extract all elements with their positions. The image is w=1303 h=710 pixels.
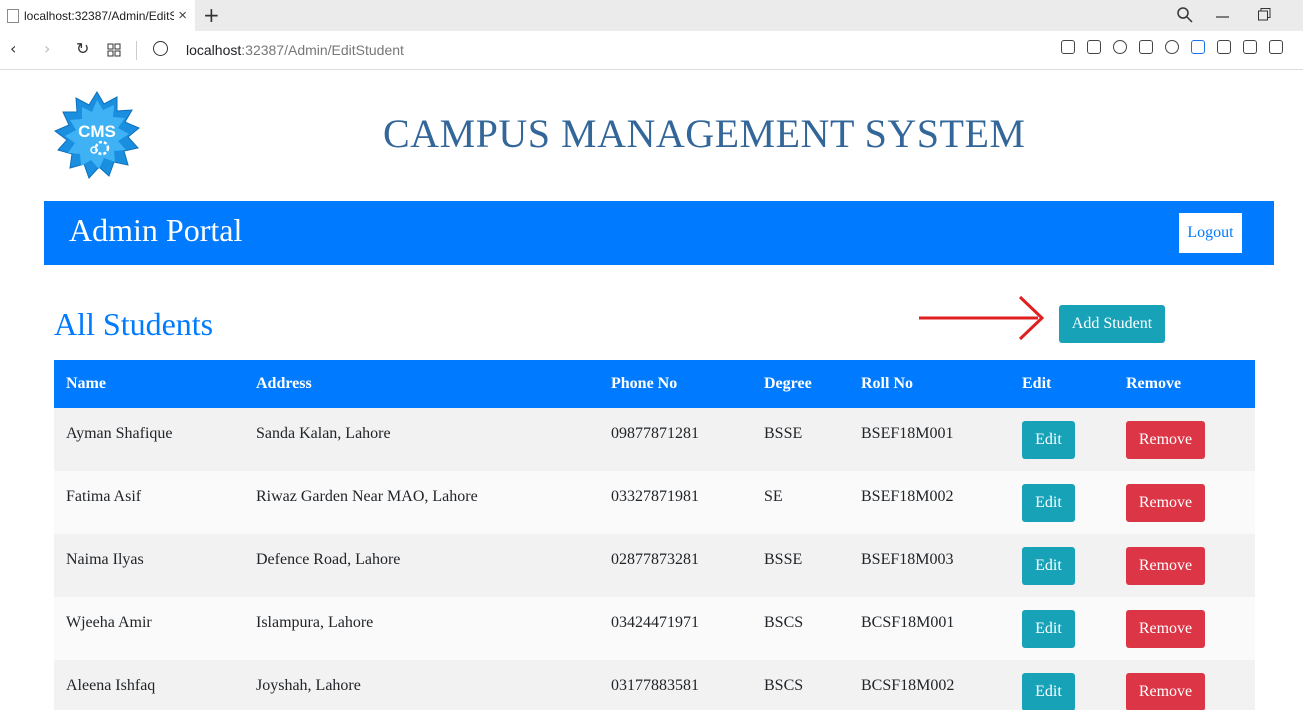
- table-row: Naima Ilyas Defence Road, Lahore 0287787…: [54, 534, 1255, 597]
- speaker-icon[interactable]: [1191, 40, 1205, 54]
- student-degree: SE: [752, 471, 849, 534]
- column-header-remove: Remove: [1114, 360, 1255, 408]
- site-title: CAMPUS MANAGEMENT SYSTEM: [383, 111, 1026, 156]
- student-phone: 03424471971: [599, 597, 752, 660]
- student-address: Riwaz Garden Near MAO, Lahore: [244, 471, 599, 534]
- browser-toolbar-icons: [1061, 40, 1283, 54]
- student-name: Fatima Asif: [54, 471, 244, 534]
- table-row: Ayman Shafique Sanda Kalan, Lahore 09877…: [54, 408, 1255, 471]
- grid-icon[interactable]: [107, 43, 121, 57]
- download-icon[interactable]: [1243, 40, 1257, 54]
- student-phone: 02877873281: [599, 534, 752, 597]
- forward-icon[interactable]: ›: [44, 39, 50, 58]
- edit-cell: Edit: [1010, 471, 1114, 534]
- column-header-name: Name: [54, 360, 244, 408]
- student-roll: BCSF18M001: [849, 597, 1010, 660]
- new-tab-button[interactable]: +: [203, 3, 220, 27]
- student-address: Islampura, Lahore: [244, 597, 599, 660]
- edit-button[interactable]: Edit: [1022, 547, 1075, 585]
- remove-cell: Remove: [1114, 408, 1255, 471]
- search-icon[interactable]: [1177, 7, 1193, 23]
- column-header-address: Address: [244, 360, 599, 408]
- table-header-row: Name Address Phone No Degree Roll No Edi…: [54, 360, 1255, 408]
- back-icon[interactable]: ‹: [10, 39, 16, 58]
- close-tab-icon[interactable]: ×: [178, 7, 187, 24]
- column-header-edit: Edit: [1010, 360, 1114, 408]
- cube-icon[interactable]: [1217, 40, 1231, 54]
- globe-icon: [153, 41, 168, 56]
- remove-button[interactable]: Remove: [1126, 673, 1205, 710]
- edit-button[interactable]: Edit: [1022, 673, 1075, 710]
- admin-header-bar: Admin Portal Logout: [44, 201, 1274, 265]
- student-address: Joyshah, Lahore: [244, 660, 599, 710]
- red-arrow-annotation: [919, 295, 1045, 341]
- reload-icon[interactable]: ↻: [76, 39, 89, 58]
- page-icon: [7, 8, 19, 23]
- edit-cell: Edit: [1010, 597, 1114, 660]
- portal-title: Admin Portal: [69, 212, 243, 248]
- table-row: Wjeeha Amir Islampura, Lahore 0342447197…: [54, 597, 1255, 660]
- remove-cell: Remove: [1114, 534, 1255, 597]
- camera-icon[interactable]: [1087, 40, 1101, 54]
- add-student-button[interactable]: Add Student: [1059, 305, 1165, 343]
- remove-button[interactable]: Remove: [1126, 610, 1205, 648]
- student-phone: 03177883581: [599, 660, 752, 710]
- remove-cell: Remove: [1114, 660, 1255, 710]
- block-icon[interactable]: [1113, 40, 1127, 54]
- logo-text: CMS: [78, 122, 116, 141]
- tab-title: localhost:32387/Admin/EditStudent: [24, 8, 174, 23]
- divider: [136, 41, 137, 60]
- cms-logo: CMS: [54, 91, 140, 179]
- edit-button[interactable]: Edit: [1022, 610, 1075, 648]
- student-name: Naima Ilyas: [54, 534, 244, 597]
- url-path: :32387/Admin/EditStudent: [241, 42, 404, 58]
- edit-cell: Edit: [1010, 408, 1114, 471]
- student-degree: BSSE: [752, 408, 849, 471]
- table-row: Fatima Asif Riwaz Garden Near MAO, Lahor…: [54, 471, 1255, 534]
- student-address: Sanda Kalan, Lahore: [244, 408, 599, 471]
- column-header-degree: Degree: [752, 360, 849, 408]
- url-field[interactable]: localhost:32387/Admin/EditStudent: [186, 42, 404, 58]
- student-roll: BSEF18M002: [849, 471, 1010, 534]
- logout-button[interactable]: Logout: [1179, 213, 1242, 253]
- student-phone: 03327871981: [599, 471, 752, 534]
- battery-icon[interactable]: [1269, 40, 1283, 54]
- send-icon[interactable]: [1139, 40, 1153, 54]
- student-name: Wjeeha Amir: [54, 597, 244, 660]
- address-bar: ‹ › ↻ localhost:32387/Admin/EditStudent: [0, 31, 1303, 70]
- edit-button[interactable]: Edit: [1022, 484, 1075, 522]
- url-host: localhost: [186, 42, 242, 58]
- edit-cell: Edit: [1010, 660, 1114, 710]
- column-header-roll: Roll No: [849, 360, 1010, 408]
- edit-cell: Edit: [1010, 534, 1114, 597]
- remove-button[interactable]: Remove: [1126, 547, 1205, 585]
- remove-button[interactable]: Remove: [1126, 421, 1205, 459]
- browser-tab[interactable]: localhost:32387/Admin/EditStudent ×: [0, 0, 195, 31]
- student-roll: BCSF18M002: [849, 660, 1010, 710]
- student-address: Defence Road, Lahore: [244, 534, 599, 597]
- remove-button[interactable]: Remove: [1126, 484, 1205, 522]
- student-degree: BSSE: [752, 534, 849, 597]
- minimize-icon[interactable]: [1216, 15, 1230, 19]
- remove-cell: Remove: [1114, 597, 1255, 660]
- students-table: Name Address Phone No Degree Roll No Edi…: [54, 360, 1255, 710]
- column-header-phone: Phone No: [599, 360, 752, 408]
- table-row: Aleena Ishfaq Joyshah, Lahore 0317788358…: [54, 660, 1255, 710]
- student-degree: BSCS: [752, 660, 849, 710]
- edit-button[interactable]: Edit: [1022, 421, 1075, 459]
- student-roll: BSEF18M003: [849, 534, 1010, 597]
- page-title: All Students: [54, 306, 214, 342]
- browser-tab-bar: localhost:32387/Admin/EditStudent × +: [0, 0, 1303, 31]
- student-name: Aleena Ishfaq: [54, 660, 244, 710]
- student-roll: BSEF18M001: [849, 408, 1010, 471]
- student-degree: BSCS: [752, 597, 849, 660]
- remove-cell: Remove: [1114, 471, 1255, 534]
- restore-icon[interactable]: [1258, 8, 1271, 21]
- heart-icon[interactable]: [1165, 40, 1179, 54]
- student-phone: 09877871281: [599, 408, 752, 471]
- student-name: Ayman Shafique: [54, 408, 244, 471]
- edit-icon[interactable]: [1061, 40, 1075, 54]
